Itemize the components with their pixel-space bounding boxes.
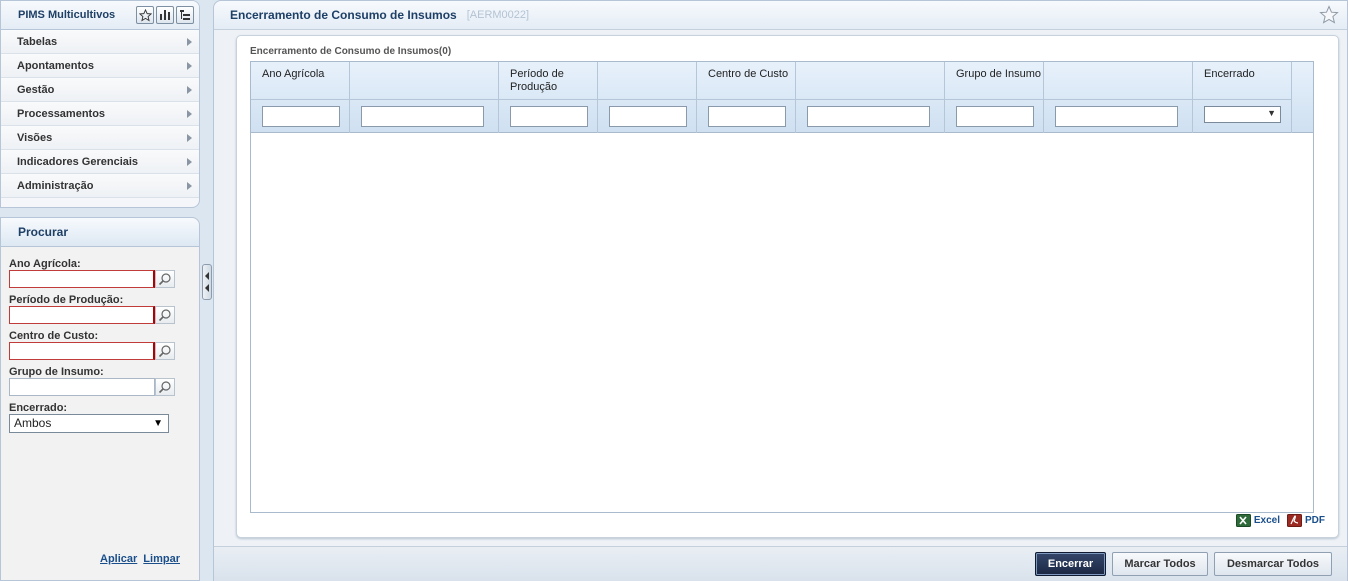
collapse-left-icon — [205, 284, 209, 292]
magnifier-icon — [158, 273, 171, 286]
grupo-insumo-lookup-button[interactable] — [155, 378, 175, 396]
dropdown-arrow-icon: ▼ — [1267, 108, 1276, 118]
encerrar-button[interactable]: Encerrar — [1035, 552, 1106, 576]
chevron-right-icon — [187, 133, 192, 142]
marcar-todos-button[interactable]: Marcar Todos — [1112, 552, 1208, 576]
bar-chart-icon[interactable] — [156, 6, 174, 24]
filter-centro-custo-desc[interactable] — [807, 106, 930, 127]
column-encerrado[interactable]: Encerrado ▼ — [1193, 62, 1292, 133]
ano-agricola-input[interactable] — [9, 270, 155, 288]
column-centro-custo-desc[interactable] — [796, 62, 945, 133]
chevron-right-icon — [187, 61, 192, 70]
column-periodo-producao-desc[interactable] — [598, 62, 697, 133]
navigation-menu: PIMS Multicultivos Tabelas Apontamentos … — [0, 0, 200, 208]
filter-grupo-insumo-desc[interactable] — [1055, 106, 1178, 127]
column-ano-agricola[interactable]: Ano Agrícola — [251, 62, 350, 133]
filter-encerrado-select[interactable]: ▼ — [1204, 106, 1281, 123]
periodo-producao-label: Período de Produção: — [9, 294, 124, 306]
page-title: Encerramento de Consumo de Insumos — [230, 8, 457, 22]
grupo-insumo-label: Grupo de Insumo: — [9, 366, 104, 378]
chevron-right-icon — [187, 85, 192, 94]
column-grupo-insumo[interactable]: Grupo de Insumo — [945, 62, 1044, 133]
collapse-left-icon — [205, 272, 209, 280]
encerrado-label: Encerrado: — [9, 402, 68, 414]
encerrado-select[interactable]: Ambos ▼ — [9, 414, 169, 433]
desmarcar-todos-button[interactable]: Desmarcar Todos — [1214, 552, 1332, 576]
periodo-producao-input[interactable] — [9, 306, 155, 324]
magnifier-icon — [158, 309, 171, 322]
ano-agricola-label: Ano Agrícola: — [9, 258, 81, 270]
chevron-right-icon — [187, 109, 192, 118]
centro-custo-label: Centro de Custo: — [9, 330, 99, 342]
menu-item-processamentos[interactable]: Processamentos — [1, 102, 199, 126]
dropdown-arrow-icon: ▼ — [153, 418, 163, 429]
list-tree-icon[interactable] — [176, 6, 194, 24]
grid-header: Ano Agrícola Período de Produção Centro … — [251, 62, 1313, 133]
screen-code: [AERM0022] — [466, 9, 530, 21]
centro-custo-input[interactable] — [9, 342, 155, 360]
excel-icon — [1235, 514, 1251, 527]
chevron-right-icon — [187, 181, 192, 190]
chevron-right-icon — [187, 157, 192, 166]
filter-centro-custo[interactable] — [708, 106, 786, 127]
pdf-icon — [1287, 514, 1302, 527]
data-grid: Ano Agrícola Período de Produção Centro … — [250, 61, 1314, 513]
encerrado-selected-value: Ambos — [14, 416, 52, 430]
filter-periodo-producao-desc[interactable] — [609, 106, 687, 127]
menu-item-gestao[interactable]: Gestão — [1, 78, 199, 102]
column-centro-custo[interactable]: Centro de Custo — [697, 62, 796, 133]
column-periodo-producao[interactable]: Período de Produção — [499, 62, 598, 133]
export-excel-link[interactable]: Excel — [1235, 514, 1280, 527]
grid-container: Encerramento de Consumo de Insumos(0) An… — [236, 35, 1339, 538]
app-title: PIMS Multicultivos — [18, 9, 116, 21]
apply-link[interactable]: Aplicar — [100, 553, 137, 565]
menu-item-tabelas[interactable]: Tabelas — [1, 30, 199, 54]
menu-item-indicadores[interactable]: Indicadores Gerenciais — [1, 150, 199, 174]
collapse-sidebar-handle[interactable] — [202, 264, 212, 300]
main-panel: Encerramento de Consumo de Insumos [AERM… — [213, 0, 1348, 581]
search-header: Procurar — [1, 218, 199, 247]
menu-item-visoes[interactable]: Visões — [1, 126, 199, 150]
centro-custo-lookup-button[interactable] — [155, 342, 175, 360]
filter-periodo-producao[interactable] — [510, 106, 588, 127]
magnifier-icon — [158, 381, 171, 394]
grupo-insumo-input[interactable] — [9, 378, 155, 396]
ano-agricola-lookup-button[interactable] — [155, 270, 175, 288]
add-favorite-star-icon[interactable] — [1319, 5, 1339, 28]
menu-item-administracao[interactable]: Administração — [1, 174, 199, 198]
search-panel: Procurar Ano Agrícola: Período de Produç… — [0, 217, 200, 581]
action-footer: Encerrar Marcar Todos Desmarcar Todos — [214, 546, 1347, 581]
grid-caption: Encerramento de Consumo de Insumos(0) — [250, 46, 452, 57]
column-grupo-insumo-desc[interactable] — [1044, 62, 1193, 133]
search-title: Procurar — [18, 225, 69, 239]
main-header: Encerramento de Consumo de Insumos [AERM… — [214, 1, 1347, 30]
export-pdf-link[interactable]: PDF — [1287, 514, 1325, 527]
clear-link[interactable]: Limpar — [143, 553, 180, 565]
menu-item-apontamentos[interactable]: Apontamentos — [1, 54, 199, 78]
filter-grupo-insumo[interactable] — [956, 106, 1034, 127]
column-ano-agricola-desc[interactable] — [350, 62, 499, 133]
periodo-producao-lookup-button[interactable] — [155, 306, 175, 324]
favorites-star-icon[interactable] — [136, 6, 154, 24]
filter-ano-agricola[interactable] — [262, 106, 340, 127]
menu-header: PIMS Multicultivos — [1, 1, 199, 30]
magnifier-icon — [158, 345, 171, 358]
filter-ano-agricola-desc[interactable] — [361, 106, 484, 127]
chevron-right-icon — [187, 37, 192, 46]
